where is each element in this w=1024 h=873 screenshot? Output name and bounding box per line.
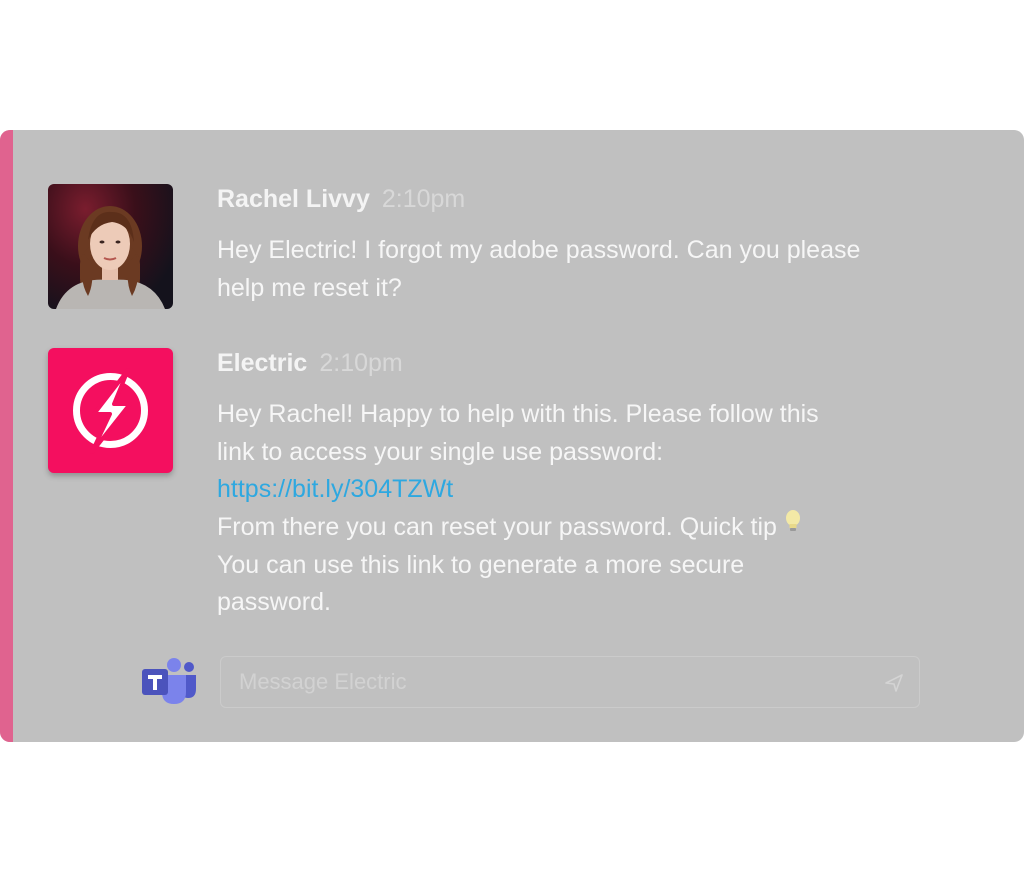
accent-bar [0, 130, 13, 742]
message-line: Hey Electric! I forgot my adobe password… [217, 236, 861, 264]
message-body: Electric 2:10pm Hey Rachel! Happy to help… [217, 348, 937, 622]
sender-name[interactable]: Rachel Livvy [217, 185, 370, 213]
message-body: Rachel Livvy 2:10pm Hey Electric! I forgo… [217, 184, 937, 307]
sender-name[interactable]: Electric [217, 349, 307, 377]
lightning-bolt-icon [73, 368, 148, 454]
message-line: You can use this link to generate a more… [217, 550, 745, 579]
message-header: Electric 2:10pm [217, 348, 937, 378]
password-reset-link[interactable]: https://bit.ly/304TZWt [217, 475, 453, 503]
user-avatar [48, 184, 173, 309]
message-line: help me reset it? [217, 273, 402, 302]
message-timestamp: 2:10pm [381, 185, 466, 213]
message-composer [0, 656, 1024, 712]
message-text: Hey Rachel! Happy to help with this. Ple… [217, 396, 937, 622]
message-header: Rachel Livvy 2:10pm [217, 184, 937, 214]
bot-avatar [48, 348, 173, 473]
microsoft-teams-icon [140, 656, 198, 706]
send-icon[interactable] [884, 673, 904, 693]
chat-panel: Rachel Livvy 2:10pm Hey Electric! I forgo… [0, 130, 1024, 742]
message-line: From there you can reset your password. … [217, 512, 777, 541]
message-timestamp: 2:10pm [319, 349, 403, 377]
message-text: Hey Electric! I forgot my adobe password… [217, 232, 937, 307]
message-input[interactable] [220, 656, 920, 708]
message-line: password. [217, 588, 331, 617]
lightbulb-icon [783, 509, 803, 547]
message-line: link to access your single use password: [217, 437, 664, 466]
message-line: Hey Rachel! Happy to help with this. Ple… [217, 400, 819, 428]
